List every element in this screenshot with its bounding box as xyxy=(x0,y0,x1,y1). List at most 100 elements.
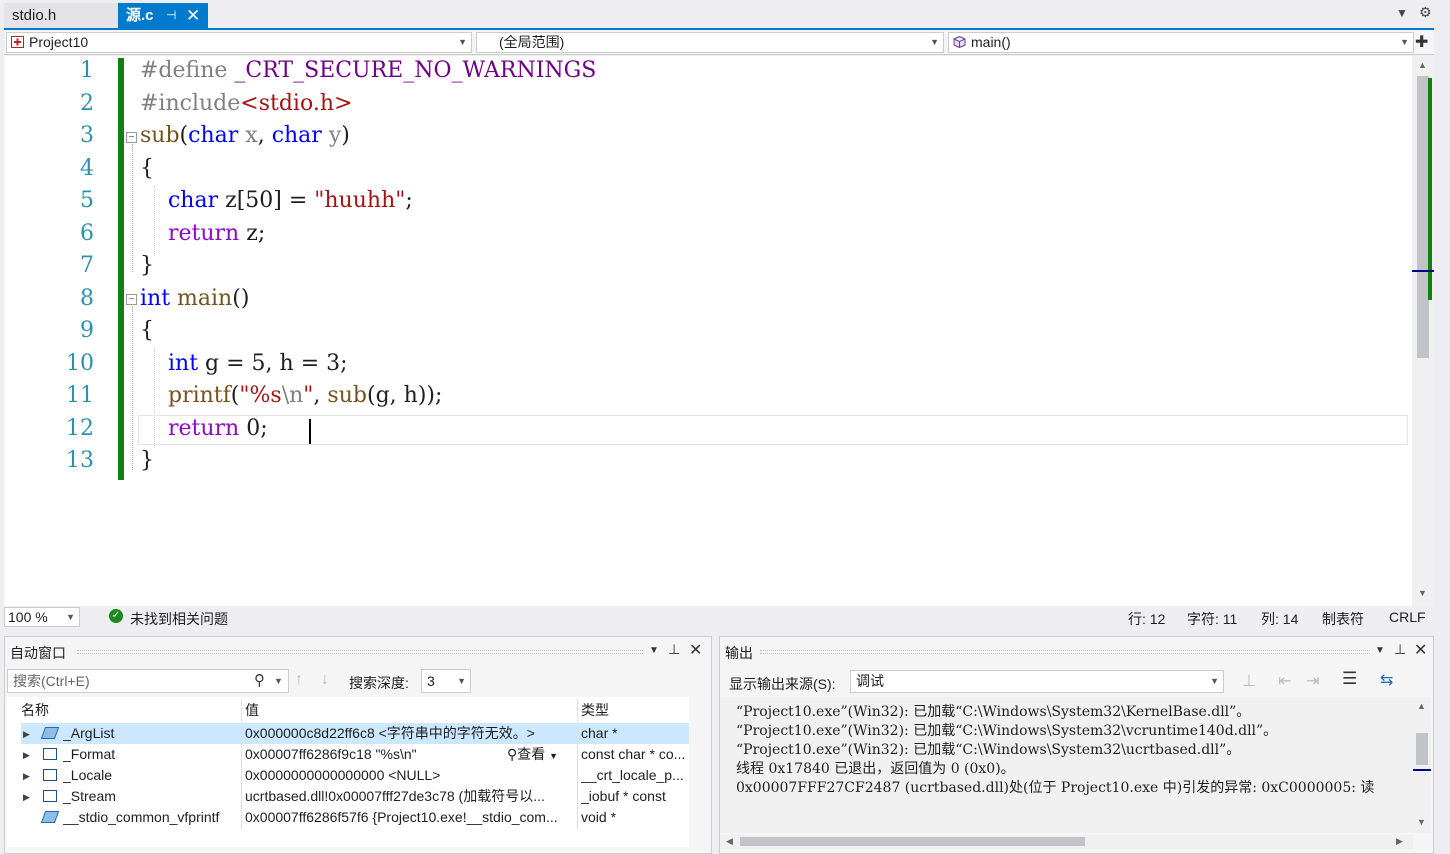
clear-all-icon[interactable]: ☰ xyxy=(1342,669,1357,689)
scrollbar-thumb[interactable] xyxy=(1416,733,1428,765)
variable-value[interactable]: ucrtbased.dll!0x00007fff27de3c78 (加载符号以.… xyxy=(245,786,573,807)
variable-type: const char * co... xyxy=(581,746,686,762)
previous-message-icon[interactable]: ⇤ xyxy=(1278,671,1291,691)
search-placeholder: 搜索(Ctrl+E) xyxy=(13,673,90,689)
expand-icon[interactable]: ▶ xyxy=(23,729,30,740)
function-dropdown[interactable]: main() ▼ xyxy=(948,32,1414,53)
variable-name[interactable]: __stdio_common_vfprintf xyxy=(63,807,239,828)
line-number: 3 xyxy=(80,123,94,148)
tab-label: stdio.h xyxy=(12,7,57,24)
scroll-down-icon[interactable]: ▼ xyxy=(1417,817,1426,827)
indent-mode[interactable]: 制表符 xyxy=(1322,609,1364,629)
line-ending[interactable]: CRLF xyxy=(1389,609,1426,625)
view-label: 查看 xyxy=(517,746,546,762)
tab-label: 源.c xyxy=(126,7,154,24)
scroll-up-icon[interactable]: ▲ xyxy=(1417,701,1426,711)
chevron-down-icon: ▼ xyxy=(66,612,75,622)
chevron-down-icon[interactable]: ▼ xyxy=(649,645,659,656)
split-window-icon[interactable]: ✚ xyxy=(1415,32,1428,52)
next-message-icon[interactable]: ⇥ xyxy=(1306,671,1319,691)
pin-icon[interactable]: ⊥ xyxy=(1394,641,1406,658)
tab-stdio-h[interactable]: stdio.h xyxy=(4,3,118,28)
gear-icon[interactable]: ⚙ xyxy=(1419,4,1432,21)
issues-status[interactable]: 未找到相关问题 xyxy=(130,609,228,629)
chevron-down-icon: ▼ xyxy=(457,676,466,686)
cube-icon xyxy=(953,36,966,48)
variable-name[interactable]: _ArgList xyxy=(63,723,239,744)
code-editor[interactable]: 1 2 3 4 5 6 7 8 9 10 11 12 13 − − #defin… xyxy=(4,56,1434,606)
horizontal-scrollbar[interactable]: ◀ ▶ xyxy=(720,835,1413,849)
scroll-up-icon[interactable]: ▲ xyxy=(1418,60,1427,70)
variable-value[interactable]: 0x0000000000000000 <NULL> xyxy=(245,765,573,786)
project-dropdown[interactable]: Project10 ▼ xyxy=(6,32,472,53)
check-circle-icon: ✓ xyxy=(109,609,123,623)
variable-name[interactable]: _Stream xyxy=(63,786,239,807)
search-input[interactable]: 搜索(Ctrl+E) ⚲ ▼ xyxy=(7,669,289,693)
collapse-icon[interactable]: − xyxy=(126,294,137,305)
expand-icon[interactable]: ▶ xyxy=(23,750,30,761)
autos-window: 自动窗口 ▼ ⊥ ✕ 搜索(Ctrl+E) ⚲ ▼ ↑ ↓ 搜索深度: 3 ▼ … xyxy=(4,636,712,854)
variable-type: char * xyxy=(581,725,618,741)
pin-icon[interactable]: ⊥ xyxy=(668,641,680,658)
chevron-down-icon[interactable]: ▼ xyxy=(274,670,283,692)
column-header-value[interactable]: 值 xyxy=(245,699,259,721)
output-source-dropdown[interactable]: 调试 ▼ xyxy=(850,670,1224,693)
document-tab-bar: stdio.h 源.c ⊣ ✕ ▼ ⚙ xyxy=(0,0,1450,30)
panel-grip[interactable] xyxy=(77,650,643,654)
close-icon[interactable]: ✕ xyxy=(689,640,702,660)
variable-value[interactable]: 0x00007ff6286f9c18 "%s\n" xyxy=(245,744,507,765)
scrollbar-thumb[interactable] xyxy=(740,837,1085,846)
search-depth-dropdown[interactable]: 3 ▼ xyxy=(421,669,471,693)
column-header-name[interactable]: 名称 xyxy=(21,699,49,721)
scroll-right-icon[interactable]: ▶ xyxy=(1396,836,1403,847)
variable-type: _iobuf * const xyxy=(581,788,666,804)
close-icon[interactable]: ✕ xyxy=(1414,640,1427,660)
search-icon[interactable]: ⚲ xyxy=(254,670,265,692)
variable-type: __crt_locale_p... xyxy=(581,767,684,783)
zoom-dropdown[interactable]: 100 % ▼ xyxy=(4,607,80,627)
variable-name[interactable]: _Locale xyxy=(63,765,239,786)
collapse-icon[interactable]: − xyxy=(126,132,137,143)
column-header-type[interactable]: 类型 xyxy=(581,699,609,721)
code-line: } xyxy=(140,448,154,473)
line-number: 2 xyxy=(80,91,94,116)
chevron-down-icon: ▼ xyxy=(458,37,467,47)
line-number: 9 xyxy=(80,318,94,343)
caret-position-marker xyxy=(1412,270,1434,272)
pin-icon[interactable]: ⊣ xyxy=(166,3,176,28)
column-indicator: 列: 14 xyxy=(1261,611,1299,627)
close-icon[interactable]: ✕ xyxy=(186,3,200,28)
word-wrap-icon[interactable]: ⇆ xyxy=(1380,670,1393,690)
line-number: 11 xyxy=(66,383,94,408)
code-line: return 0; xyxy=(167,416,268,441)
variable-type: void * xyxy=(581,809,617,825)
scroll-left-icon[interactable]: ◀ xyxy=(726,836,733,847)
vertical-scrollbar[interactable]: ▲ ▼ xyxy=(1412,56,1434,606)
variable-name[interactable]: _Format xyxy=(63,744,239,765)
chevron-down-icon[interactable]: ▼ xyxy=(1375,645,1385,656)
vertical-scrollbar[interactable]: ▲ ▼ xyxy=(1413,697,1431,833)
chevron-down-icon: ▼ xyxy=(930,37,939,47)
expand-icon[interactable]: ▶ xyxy=(23,792,30,803)
panel-grip[interactable] xyxy=(760,650,1370,654)
navigation-bar: Project10 ▼ (全局范围) ▼ main() ▼ ✚ xyxy=(4,30,1434,55)
arrow-down-icon[interactable]: ↓ xyxy=(321,671,329,689)
code-line: #define _CRT_SECURE_NO_WARNINGS xyxy=(140,58,597,83)
scroll-down-icon[interactable]: ▼ xyxy=(1418,588,1427,598)
output-line: 线程 0x17840 已退出，返回值为 0 (0x0)。 xyxy=(736,761,1015,777)
expand-icon[interactable]: ▶ xyxy=(23,771,30,782)
caret-position-marker xyxy=(1413,769,1431,771)
output-text-area[interactable]: “Project10.exe”(Win32): 已加载“C:\Windows\S… xyxy=(720,697,1413,833)
variable-value[interactable]: 0x00007ff6286f57f6 {Project10.exe!__stdi… xyxy=(245,807,573,828)
tab-source-c[interactable]: 源.c ⊣ ✕ xyxy=(118,3,208,28)
go-to-location-icon[interactable]: ⊥ xyxy=(1242,671,1256,691)
chevron-down-icon[interactable]: ▼ xyxy=(1396,6,1408,20)
output-line: “Project10.exe”(Win32): 已加载“C:\Windows\S… xyxy=(736,723,1278,739)
scope-dropdown[interactable]: (全局范围) ▼ xyxy=(476,32,944,53)
change-marker xyxy=(1428,78,1432,300)
variable-value[interactable]: 0x000000c8d22ff6c8 <字符串中的字符无效。> xyxy=(245,723,573,744)
code-line: int g = 5, h = 3; xyxy=(167,351,348,376)
view-button[interactable]: ⚲查看 ▼ xyxy=(507,744,577,765)
arrow-up-icon[interactable]: ↑ xyxy=(295,671,303,689)
chevron-down-icon: ▼ xyxy=(549,751,559,761)
